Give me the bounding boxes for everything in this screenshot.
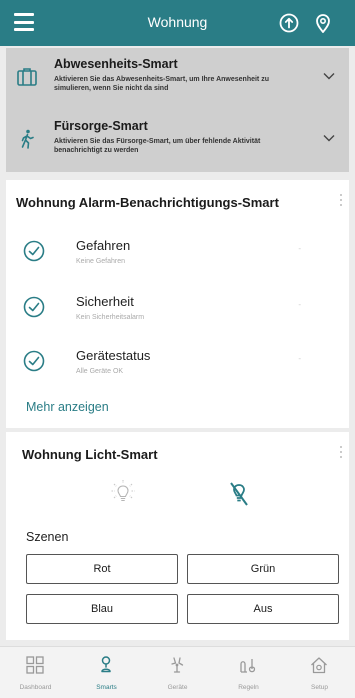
check-circle-icon	[23, 296, 45, 318]
nav-item-geraete[interactable]: Geräte	[142, 647, 213, 698]
mode-title: Fürsorge-Smart	[54, 119, 148, 133]
mode-abwesenheits-smart[interactable]: Abwesenheits-Smart Aktivieren Sie das Ab…	[6, 48, 349, 108]
card-more-icon[interactable]	[339, 194, 343, 208]
chevron-down-icon[interactable]	[323, 72, 335, 80]
scene-button-blau[interactable]: Blau	[26, 594, 178, 624]
nav-label: Dashboard	[19, 684, 52, 691]
location-pin-icon[interactable]	[312, 12, 334, 34]
alarm-item-label: Gerätestatus	[76, 348, 151, 363]
scene-button-aus[interactable]: Aus	[187, 594, 339, 624]
alarm-item-label: Sicherheit	[76, 294, 134, 309]
alarm-smart-card: Wohnung Alarm-Benachrichtigungs-Smart Ge…	[6, 180, 349, 428]
hamburger-menu-icon[interactable]	[14, 13, 34, 31]
suitcase-icon	[17, 68, 37, 86]
light-smart-card: Wohnung Licht-Smart Szenen Rot Grün Blau…	[6, 432, 349, 640]
walking-person-icon	[21, 129, 34, 149]
nav-item-regeln[interactable]: Regeln	[213, 647, 284, 698]
scene-button-rot[interactable]: Rot	[26, 554, 178, 584]
card-title: Wohnung Alarm-Benachrichtigungs-Smart	[16, 195, 279, 210]
check-circle-icon	[23, 240, 45, 262]
devices-icon	[171, 657, 184, 673]
alarm-item-status: Keine Gefahren	[76, 258, 126, 265]
alarm-item-status: Alle Geräte OK	[76, 368, 124, 375]
card-more-icon[interactable]	[339, 446, 343, 460]
page-title: Wohnung	[147, 14, 208, 30]
top-bar: Wohnung	[0, 0, 355, 46]
nav-label: Setup	[311, 684, 328, 691]
nav-label: Smarts	[96, 684, 117, 691]
app-screen: Wohnung Abwesenheits-Smart Aktivieren Si…	[0, 0, 355, 698]
lightbulb-off-icon[interactable]	[226, 480, 252, 508]
alarm-item-geraetestatus[interactable]: Gerätestatus Alle Geräte OK -	[6, 338, 349, 388]
chevron-down-icon[interactable]	[323, 134, 335, 142]
alarm-item-value: -	[298, 354, 301, 363]
nav-item-dashboard[interactable]: Dashboard	[0, 647, 71, 698]
scene-button-gruen[interactable]: Grün	[187, 554, 339, 584]
alarm-item-label: Gefahren	[76, 238, 131, 253]
smart-modes-panel: Abwesenheits-Smart Aktivieren Sie das Ab…	[6, 48, 349, 172]
nav-label: Geräte	[167, 684, 188, 691]
nav-item-setup[interactable]: Setup	[284, 647, 355, 698]
house-setup-icon	[311, 657, 327, 674]
mode-fuersorge-smart[interactable]: Fürsorge-Smart Aktivieren Sie das Fürsor…	[6, 110, 349, 170]
up-arrow-circle-icon[interactable]	[278, 12, 300, 34]
show-more-link[interactable]: Mehr anzeigen	[26, 400, 109, 414]
alarm-item-value: -	[298, 244, 301, 253]
rules-icon	[240, 659, 256, 673]
scenes-label: Szenen	[26, 530, 69, 544]
alarm-item-value: -	[298, 300, 301, 309]
alarm-item-status: Kein Sicherheitsalarm	[76, 314, 145, 321]
dashboard-grid-icon	[26, 656, 44, 674]
nav-item-smarts[interactable]: Smarts	[71, 647, 142, 698]
nav-label: Regeln	[238, 684, 259, 691]
alarm-item-sicherheit[interactable]: Sicherheit Kein Sicherheitsalarm -	[6, 284, 349, 334]
card-title: Wohnung Licht-Smart	[22, 447, 158, 462]
alarm-item-gefahren[interactable]: Gefahren Keine Gefahren -	[6, 228, 349, 278]
light-icons-row	[6, 476, 349, 512]
mode-title: Abwesenheits-Smart	[54, 57, 178, 71]
check-circle-icon	[23, 350, 45, 372]
mode-description: Aktivieren Sie das Fürsorge-Smart, um üb…	[54, 138, 261, 154]
smarts-icon	[101, 656, 111, 673]
bottom-navigation: Dashboard Smarts Geräte Regeln Setup	[0, 646, 355, 698]
lightbulb-on-icon[interactable]	[110, 478, 136, 508]
mode-description: Aktivieren Sie das Abwesenheits-Smart, u…	[54, 76, 269, 92]
